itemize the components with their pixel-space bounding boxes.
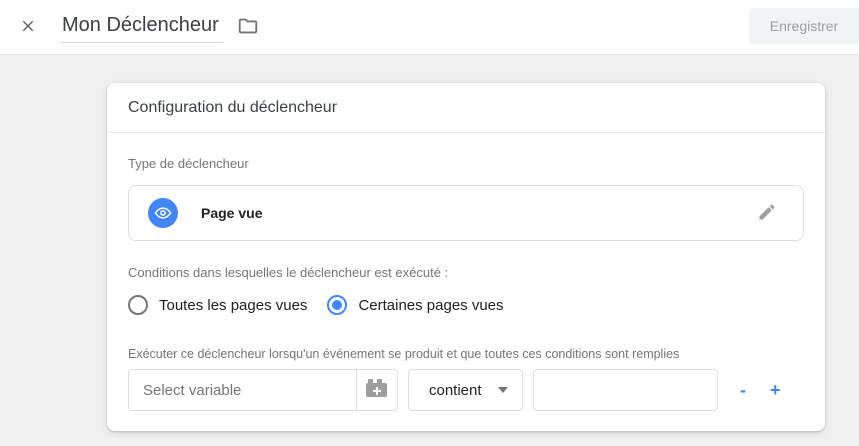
conditions-label: Conditions dans lesquelles le déclencheu… bbox=[128, 265, 804, 280]
variable-select-input[interactable] bbox=[129, 370, 356, 410]
radio-some-pageviews-label: Certaines pages vues bbox=[358, 297, 503, 314]
trigger-type-label: Type de déclencheur bbox=[128, 156, 804, 171]
variable-brick-icon bbox=[365, 379, 389, 402]
edit-trigger-type-button[interactable] bbox=[755, 201, 779, 225]
card-title: Configuration du déclencheur bbox=[128, 99, 337, 117]
operator-value: contient bbox=[429, 382, 498, 399]
card-body: Type de déclencheur Page vue Conditions … bbox=[107, 156, 825, 411]
radio-unselected-icon bbox=[128, 295, 148, 315]
save-button[interactable]: Enregistrer bbox=[749, 8, 859, 44]
variable-select-group bbox=[128, 369, 398, 411]
close-button[interactable] bbox=[12, 11, 44, 43]
folder-icon bbox=[237, 15, 259, 40]
remove-condition-button[interactable]: - bbox=[734, 376, 752, 405]
trigger-name-field[interactable]: Mon Déclencheur bbox=[60, 12, 223, 43]
pageview-icon bbox=[148, 198, 178, 228]
conditions-radio-group: Toutes les pages vues Certaines pages vu… bbox=[128, 295, 804, 315]
condition-value-input[interactable] bbox=[533, 369, 718, 411]
radio-selected-icon bbox=[327, 295, 347, 315]
variable-picker-button[interactable] bbox=[356, 370, 397, 410]
condition-filter-row: contient - + bbox=[128, 369, 804, 411]
filter-description-label: Exécuter ce déclencheur lorsqu'un événem… bbox=[128, 347, 804, 361]
close-icon bbox=[19, 17, 37, 38]
chevron-down-icon bbox=[498, 387, 508, 393]
pencil-icon bbox=[757, 202, 777, 225]
top-bar: Mon Déclencheur Enregistrer bbox=[0, 0, 859, 55]
add-condition-button[interactable]: + bbox=[764, 376, 787, 405]
radio-all-pageviews-label: Toutes les pages vues bbox=[159, 297, 307, 314]
card-header: Configuration du déclencheur bbox=[107, 83, 825, 133]
folder-button[interactable] bbox=[233, 12, 263, 42]
operator-dropdown[interactable]: contient bbox=[408, 369, 523, 411]
trigger-configuration-card: Configuration du déclencheur Type de déc… bbox=[107, 83, 825, 431]
trigger-type-row[interactable]: Page vue bbox=[128, 185, 804, 241]
radio-some-pageviews[interactable]: Certaines pages vues bbox=[327, 295, 503, 315]
radio-all-pageviews[interactable]: Toutes les pages vues bbox=[128, 295, 307, 315]
trigger-type-value: Page vue bbox=[201, 205, 262, 221]
